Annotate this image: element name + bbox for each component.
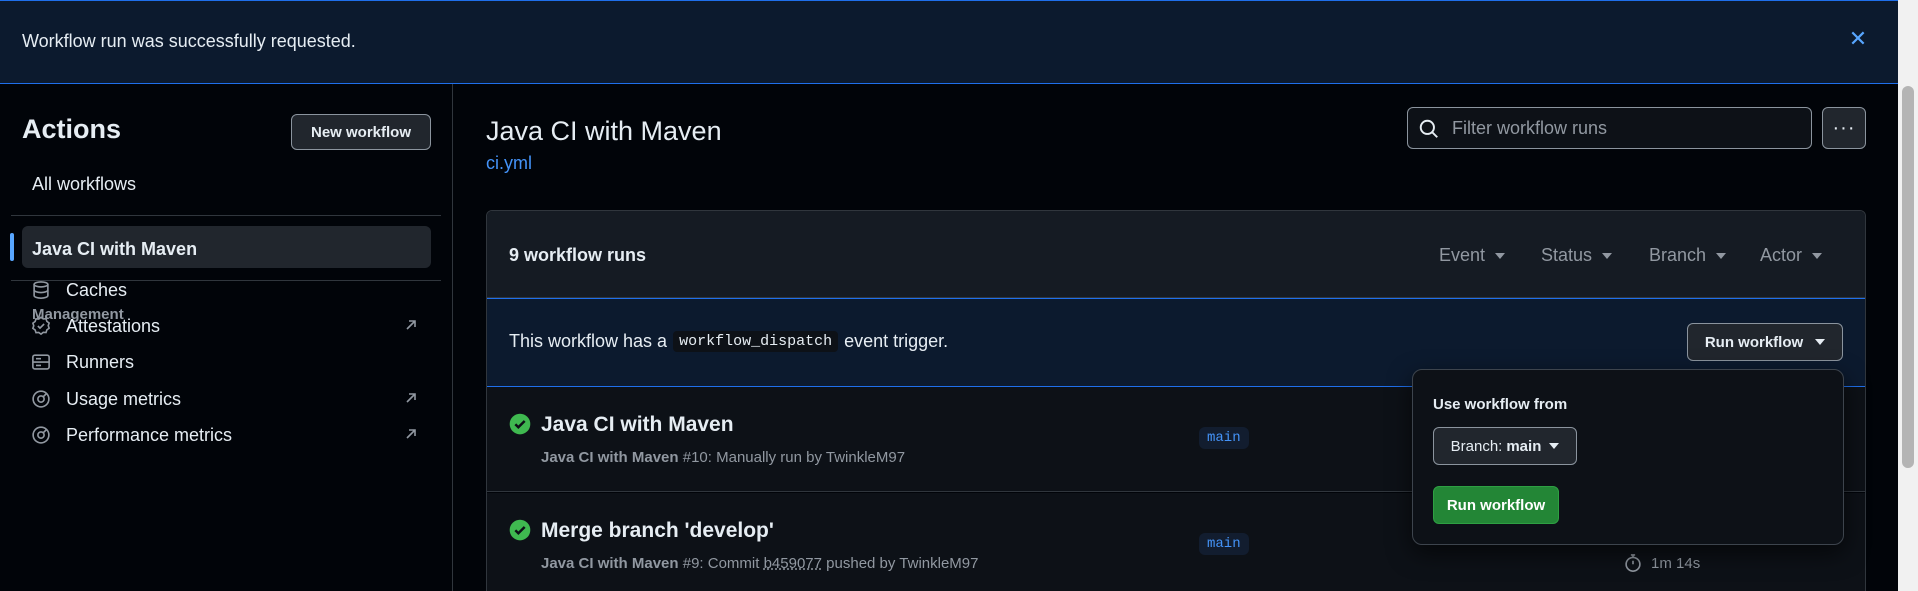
divider [11, 215, 441, 216]
external-link-icon [403, 390, 421, 408]
check-circle-icon [509, 413, 531, 435]
verified-icon [30, 315, 52, 337]
run-number: #10 [682, 449, 708, 466]
search-input[interactable] [1452, 116, 1802, 140]
run-duration: 1m 14s [1623, 553, 1700, 573]
caret-down-icon [1549, 443, 1560, 449]
scrollbar-thumb[interactable] [1902, 86, 1914, 468]
dispatch-code: workflow_dispatch [673, 331, 839, 352]
branch-select[interactable]: Branch: main [1433, 427, 1577, 465]
close-icon[interactable]: ✕ [1846, 27, 1870, 51]
sidebar-item-usage-metrics[interactable]: Usage metrics [22, 382, 431, 416]
filter-label: Status [1541, 245, 1593, 265]
flash-message: Workflow run was successfully requested. [22, 31, 356, 51]
sidebar-item-label: Attestations [66, 315, 161, 336]
caret-down-icon [1716, 252, 1727, 259]
run-workflow-name: Java CI with Maven [541, 555, 679, 572]
database-icon [30, 279, 52, 301]
caret-down-icon [1815, 339, 1826, 345]
run-meta: Java CI with Maven #10: Manually run by … [541, 449, 905, 466]
filter-label: Event [1439, 245, 1486, 265]
branch-value: main [1506, 437, 1542, 455]
sidebar-item-runners[interactable]: Runners [22, 345, 431, 379]
sidebar-item-java-ci-label: Java CI with Maven [32, 239, 198, 259]
sidebar-item-attestations[interactable]: Attestations [22, 309, 431, 343]
runs-count: 9 workflow runs [509, 245, 647, 265]
run-workflow-label: Run workflow [1704, 333, 1804, 351]
run-detail: : Commit [699, 555, 764, 572]
meter-icon [30, 388, 52, 410]
duration-text: 1m 14s [1651, 554, 1701, 572]
caret-down-icon [1812, 252, 1823, 259]
sidebar-item-label: Caches [66, 279, 128, 300]
branch-prefix: Branch: [1450, 437, 1503, 455]
filter-event[interactable]: Event [1439, 245, 1506, 266]
more-options-button[interactable]: ··· [1822, 107, 1866, 149]
branch-pill[interactable]: main [1199, 533, 1249, 555]
filter-status[interactable]: Status [1541, 245, 1613, 266]
filter-actor[interactable]: Actor [1760, 245, 1823, 266]
run-workflow-button[interactable]: Run workflow [1687, 323, 1843, 361]
branch-pill[interactable]: main [1199, 427, 1249, 449]
active-indicator [10, 233, 14, 261]
stopwatch-icon [1625, 554, 1641, 572]
run-title[interactable]: Java CI with Maven [541, 413, 734, 437]
run-number: #9 [682, 555, 700, 572]
dispatch-text: This workflow has a workflow_dispatch ev… [509, 331, 948, 352]
sidebar-item-label: Runners [66, 351, 135, 372]
dispatch-text-before: This workflow has a [509, 331, 668, 351]
dispatch-text-after: event trigger. [844, 331, 949, 351]
flash-banner: Workflow run was successfully requested.… [0, 0, 1898, 84]
run-workflow-name: Java CI with Maven [541, 449, 679, 466]
filter-branch[interactable]: Branch [1649, 245, 1727, 266]
run-detail-suffix: pushed by TwinkleM97 [822, 555, 979, 572]
filter-search [1407, 107, 1812, 149]
sidebar-item-performance-metrics[interactable]: Performance metrics [22, 418, 431, 452]
run-workflow-confirm-button[interactable]: Run workflow [1433, 486, 1559, 524]
run-title[interactable]: Merge branch 'develop' [541, 519, 774, 543]
page-title: Java CI with Maven [486, 116, 722, 146]
filter-label: Branch [1649, 245, 1707, 265]
run-workflow-popover: Use workflow from Branch: main Run workf… [1412, 369, 1844, 545]
check-circle-icon [509, 519, 531, 541]
meter-icon [30, 424, 52, 446]
sidebar: Actions New workflow All workflows Java … [0, 84, 453, 591]
sidebar-item-all-workflows[interactable]: All workflows [32, 174, 136, 195]
run-meta: Java CI with Maven #9: Commit b459077 pu… [541, 555, 978, 572]
sidebar-item-label: Performance metrics [66, 424, 233, 445]
scrollbar[interactable] [1898, 0, 1918, 591]
sidebar-title: Actions [22, 114, 122, 144]
search-icon [1418, 118, 1440, 140]
popover-title: Use workflow from [1433, 396, 1568, 413]
caret-down-icon [1602, 252, 1613, 259]
external-link-icon [403, 317, 421, 335]
sidebar-item-caches[interactable]: Caches [22, 273, 431, 307]
external-link-icon [403, 426, 421, 444]
run-detail: : Manually run by TwinkleM97 [707, 449, 906, 466]
runs-header: 9 workflow runs Event Status Branch Acto… [487, 211, 1865, 298]
sidebar-item-label: Usage metrics [66, 388, 182, 409]
workflow-file-link[interactable]: ci.yml [486, 153, 532, 174]
new-workflow-button[interactable]: New workflow [291, 114, 431, 150]
filter-label: Actor [1760, 245, 1803, 265]
caret-down-icon [1495, 252, 1506, 259]
server-icon [30, 351, 52, 373]
commit-sha-link[interactable]: b459077 [764, 555, 822, 572]
